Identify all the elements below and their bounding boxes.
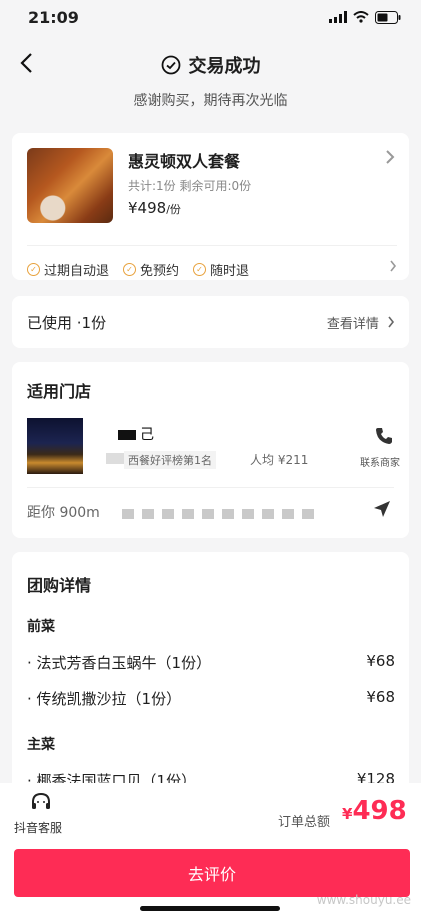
store-avg-price: 人均 ¥211 xyxy=(250,453,309,467)
tag-check-icon: ✓ xyxy=(193,263,207,276)
product-card[interactable]: 惠灵顿双人套餐 共计:1份 剩余可用:0份 ¥498/份 ✓ 过期自动退 ✓ 免… xyxy=(12,133,409,280)
wifi-icon xyxy=(353,11,369,23)
contact-merchant-label[interactable]: 联系商家 xyxy=(360,454,400,469)
store-image[interactable] xyxy=(27,418,83,474)
tag-auto-refund: ✓ 过期自动退 xyxy=(27,260,109,279)
customer-service-label[interactable]: 抖音客服 xyxy=(14,819,62,836)
headset-icon[interactable] xyxy=(29,791,53,820)
tag-no-reservation: ✓ 免预约 xyxy=(123,260,179,279)
dish-name: · 法式芳香白玉蜗牛（1份） xyxy=(27,654,212,672)
order-total-label: 订单总额 xyxy=(278,815,331,830)
category-label: 主菜 xyxy=(27,737,55,753)
dish-price: ¥68 xyxy=(366,688,395,706)
header: 交易成功 感谢购买，期待再次光临 xyxy=(0,40,421,110)
review-button[interactable]: 去评价 xyxy=(14,849,410,897)
success-check-icon xyxy=(161,55,180,75)
redacted-block xyxy=(106,453,124,464)
signal-icon xyxy=(329,11,347,23)
product-image xyxy=(27,148,113,223)
store-name[interactable]: 己 xyxy=(140,424,154,444)
tag-check-icon: ✓ xyxy=(27,263,40,276)
page-title: 交易成功 xyxy=(188,56,261,77)
divider xyxy=(27,487,394,488)
phone-icon[interactable] xyxy=(374,426,394,451)
group-detail-title: 团购详情 xyxy=(27,576,92,595)
watermark: www.shouyu.ee xyxy=(316,893,411,907)
store-card: 适用门店 己 西餐好评榜第1名 人均 ¥211 联系商家 距你 900m xyxy=(12,362,409,538)
store-section-title: 适用门店 xyxy=(27,382,92,401)
group-detail-card: 团购详情 前菜 · 法式芳香白玉蜗牛（1份） ¥68 · 传统凯撒沙拉（1份） … xyxy=(12,552,409,792)
redacted-address xyxy=(122,509,322,519)
status-bar: 21:09 xyxy=(0,0,421,34)
dish-row: · 法式芳香白玉蜗牛（1份） ¥68 xyxy=(27,652,395,674)
product-price: ¥498/份 xyxy=(128,199,181,217)
battery-icon xyxy=(375,10,401,24)
store-rank-badge: 西餐好评榜第1名 xyxy=(124,451,216,469)
order-total-amount: ¥498 xyxy=(342,796,407,826)
product-count: 共计:1份 剩余可用:0份 xyxy=(128,179,252,193)
tag-label: 过期自动退 xyxy=(44,264,110,279)
home-indicator xyxy=(140,906,280,911)
status-time: 21:09 xyxy=(28,7,79,27)
dish-name: · 传统凯撒沙拉（1份） xyxy=(27,690,182,708)
tag-refund-anytime: ✓ 随时退 xyxy=(193,260,249,279)
product-tags: ✓ 过期自动退 ✓ 免预约 ✓ 随时退 xyxy=(27,245,397,281)
tags-chevron-right-icon[interactable] xyxy=(389,260,397,276)
store-distance: 距你 900m xyxy=(27,505,100,521)
view-details-label: 查看详情 xyxy=(326,317,379,332)
currency-symbol: ¥ xyxy=(342,805,353,823)
tag-label: 免预约 xyxy=(140,264,180,279)
product-name: 惠灵顿双人套餐 xyxy=(128,152,241,171)
order-total-value: 498 xyxy=(352,796,407,826)
page-title-row: 交易成功 xyxy=(0,52,421,78)
navigate-icon[interactable] xyxy=(372,499,392,524)
chevron-right-icon xyxy=(388,316,395,328)
chevron-right-icon[interactable] xyxy=(385,149,395,169)
used-count: 已使用 ·1份 xyxy=(27,314,107,332)
category-label: 前菜 xyxy=(27,619,55,635)
product-price-value: ¥498 xyxy=(128,199,167,217)
status-icons xyxy=(329,10,401,24)
product-price-unit: /份 xyxy=(166,203,181,216)
page-subtitle: 感谢购买，期待再次光临 xyxy=(133,93,288,109)
tag-label: 随时退 xyxy=(210,264,250,279)
view-details-link[interactable]: 查看详情 xyxy=(327,313,395,332)
store-name-redacted xyxy=(118,430,136,440)
dish-row: · 传统凯撒沙拉（1份） ¥68 xyxy=(27,688,395,710)
usage-card[interactable]: 已使用 ·1份 查看详情 xyxy=(12,296,409,348)
tag-check-icon: ✓ xyxy=(123,263,137,276)
dish-price: ¥68 xyxy=(366,652,395,670)
